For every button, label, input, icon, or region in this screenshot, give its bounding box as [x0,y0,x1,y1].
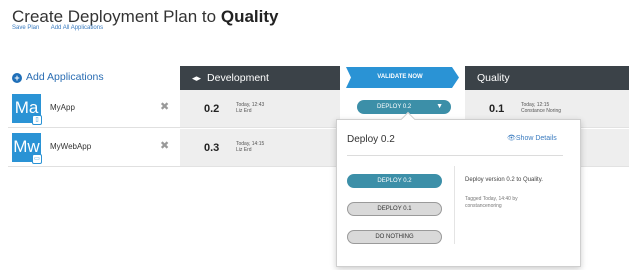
quality-column-header: Quality [465,66,629,90]
deploy-description: Deploy version 0.2 to Quality. [465,177,543,183]
validate-now-button[interactable]: VALIDATE NOW [346,67,459,88]
page-title-prefix: Create Deployment Plan to [12,7,221,26]
version-number: 0.2 [204,103,220,115]
caret-down-icon: ▼ [436,103,443,110]
deploy-option[interactable]: DEPLOY 0.1 [347,202,442,216]
version-user: Liz Erd [236,147,252,153]
plus-circle-icon: + [12,73,22,83]
validate-now-label: VALIDATE NOW [377,74,423,80]
development-cell: 0.2 Today, 12:43 Liz Erd [180,90,340,128]
version-user: Liz Erd [236,108,252,114]
device-icon: ▯ [32,115,42,125]
add-applications-button[interactable]: + Add Applications [12,71,104,83]
app-tile-icon: Mw ▭ [12,133,42,164]
version-meta: Today, 14:15 Liz Erd [236,141,264,153]
deploy-dropdown-label: DEPLOY 0.2 [377,104,412,110]
version-number: 0.1 [489,103,505,115]
save-plan-link[interactable]: Save Plan [12,25,39,31]
app-row: Mw ▭ MyWebApp ✖ [8,129,180,167]
version-number: 0.3 [204,142,220,154]
deploy-dropdown-button[interactable]: DEPLOY 0.2 ▼ [357,100,451,114]
show-details-label: Show Details [515,135,557,142]
version-meta: Today, 12:15 Constance Noring [521,102,561,114]
popover-divider [347,155,563,156]
tagged-line: Tagged Today, 14:40 by [465,196,518,202]
quality-label: Quality [477,72,510,84]
development-label: Development [207,72,269,84]
app-name: MyWebApp [50,142,92,151]
tagged-info: Tagged Today, 14:40 by constancenoring [465,196,518,210]
app-name: MyApp [50,103,75,112]
show-details-link[interactable]: 👁Show Details [507,134,557,142]
close-icon[interactable]: ✖ [160,100,169,113]
app-tile-icon: Ma ▯ [12,94,42,125]
close-icon[interactable]: ✖ [160,139,169,152]
development-cell: 0.3 Today, 14:15 Liz Erd [180,129,340,167]
monitor-icon: ▭ [32,154,42,164]
version-user: Constance Noring [521,108,562,114]
development-column-header: ◂▸ Development [180,66,340,90]
deploy-popover: Deploy 0.2 👁Show Details DEPLOY 0.2 DEPL… [336,111,581,267]
version-meta: Today, 12:43 Liz Erd [236,102,264,114]
add-all-applications-link[interactable]: Add All Applications [51,25,103,31]
page-title: Create Deployment Plan to Quality [12,7,278,27]
page-title-target: Quality [220,7,279,26]
page-links: Save Plan Add All Applications [12,25,113,31]
tagged-user: constancenoring [465,203,502,209]
collapse-arrows-icon[interactable]: ◂▸ [192,66,201,90]
app-row: Ma ▯ MyApp ✖ [8,90,180,128]
do-nothing-option[interactable]: DO NOTHING [347,230,442,244]
deploy-option-selected[interactable]: DEPLOY 0.2 [347,174,442,188]
popover-title: Deploy 0.2 [347,134,395,145]
add-applications-label: Add Applications [26,71,104,83]
eye-icon: 👁 [507,135,516,142]
vertical-divider [454,166,455,244]
